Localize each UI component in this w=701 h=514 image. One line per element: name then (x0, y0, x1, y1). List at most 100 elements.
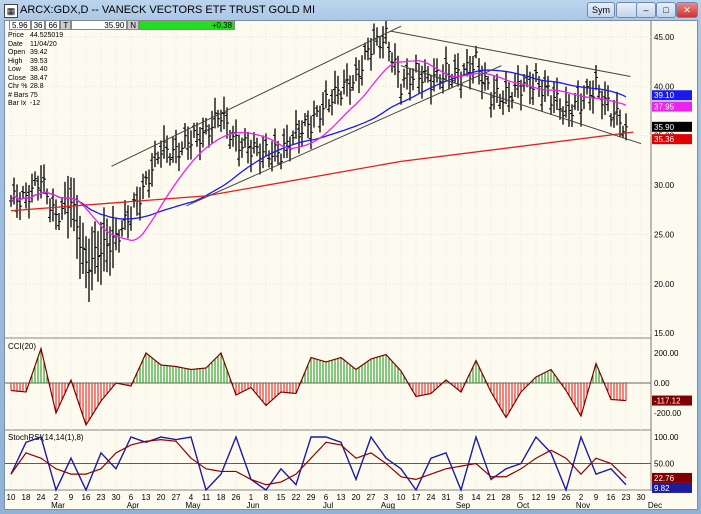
price-change: +0.38 (139, 20, 236, 30)
ma200-value: 35.36 (654, 135, 675, 144)
x-tick-label: 31 (442, 493, 451, 502)
x-tick-label: 24 (37, 493, 46, 502)
quote-flag: N (127, 20, 140, 30)
cci-tick-label: 200.00 (654, 349, 679, 358)
info-value: 11/04/20 (30, 40, 57, 48)
x-tick-label: 10 (7, 493, 16, 502)
x-tick-label: 28 (502, 493, 511, 502)
x-tick-label: 26 (232, 493, 241, 502)
x-tick-label: 21 (487, 493, 496, 502)
month-label: Oct (517, 501, 530, 509)
quote-field[interactable]: 5.96 (9, 20, 31, 30)
cci-title: CCI(20) (8, 342, 36, 351)
month-label: Sep (456, 501, 471, 509)
stoch-tick-label: 100.00 (654, 433, 679, 442)
info-label: Price (8, 32, 24, 39)
x-tick-label: 16 (607, 493, 616, 502)
x-tick-label: 30 (112, 493, 121, 502)
toolbar-button[interactable] (616, 2, 638, 18)
info-label: Close (8, 74, 26, 82)
x-tick-label: 29 (307, 493, 316, 502)
x-tick-label: 11 (202, 493, 211, 502)
stoch-k-value: 9.82 (654, 484, 670, 493)
app-icon: ▦ (4, 4, 18, 18)
minimize-button[interactable]: – (636, 2, 656, 18)
maximize-button[interactable]: □ (656, 2, 676, 18)
last-price: 35.90 (71, 20, 128, 30)
x-tick-label: 10 (397, 493, 406, 502)
month-label: Jun (247, 501, 260, 509)
close-button[interactable]: ✕ (676, 2, 698, 18)
x-tick-label: 20 (157, 493, 166, 502)
info-value: 28.8 (30, 83, 44, 90)
stoch-tick-label: 50.00 (654, 460, 675, 469)
x-tick-label: 13 (337, 493, 346, 502)
sym-button[interactable]: Sym (587, 2, 615, 18)
info-value: -12 (30, 100, 41, 107)
x-tick-label: 30 (637, 493, 646, 502)
month-label: Apr (127, 501, 140, 509)
window-title: ARCX:GDX,D -- VANECK VECTORS ETF TRUST G… (20, 4, 316, 16)
x-tick-label: 20 (352, 493, 361, 502)
chart-canvas[interactable]: 10 18 24 2 9 16 23 30 6 13 20 27 4 11 18 26 1 8 15 22 29 6 13 2… (5, 21, 697, 509)
info-value: 44.525019 (30, 32, 64, 39)
x-tick-label: 18 (217, 493, 226, 502)
x-tick-label: 16 (82, 493, 91, 502)
last-price-value: 35.90 (654, 123, 675, 132)
info-value: 38.47 (30, 74, 48, 82)
x-tick-label: 19 (547, 493, 556, 502)
info-label: Open (8, 49, 26, 56)
x-tick-label: 23 (97, 493, 106, 502)
info-value: 39.53 (30, 57, 48, 65)
info-label: Chr % (8, 83, 28, 90)
chart-area[interactable]: 10 18 24 2 9 16 23 30 6 13 20 27 4 11 18 26 1 8 15 22 29 6 13 2… (4, 20, 698, 510)
x-tick-label: 26 (562, 493, 571, 502)
info-label: # Bars (8, 91, 29, 99)
x-tick-label: 27 (172, 493, 181, 502)
x-tick-label: 22 (292, 493, 301, 502)
x-tick-label: 17 (412, 493, 421, 502)
price-tick-label: 25.00 (654, 230, 675, 239)
quote-field[interactable]: T (60, 20, 72, 30)
data-window: Price 44.525019 Date 11/04/20 Open 39.42 Hi… (8, 32, 63, 109)
quote-bar: 5.96 36 66 T 35.90 N +0.38 (9, 20, 236, 30)
quote-field[interactable]: 36 (30, 20, 46, 30)
stochrsi-title: StochRSI(14,14(1),8) (8, 433, 84, 442)
ma20-value: 37.95 (654, 103, 675, 112)
cci-tick-label: -200.00 (654, 409, 682, 418)
x-tick-label: 9 (69, 493, 74, 502)
info-value: 39.42 (30, 49, 48, 56)
x-tick-label: 9 (594, 493, 599, 502)
ma50-value: 39.10 (654, 91, 675, 100)
x-tick-label: 24 (427, 493, 436, 502)
month-label: Dec (648, 501, 662, 509)
cci-value: -117.12 (654, 397, 681, 406)
x-tick-label: 14 (472, 493, 481, 502)
month-label: May (185, 501, 200, 509)
info-label: Date (8, 40, 23, 48)
month-label: Jul (323, 501, 333, 509)
quote-field[interactable]: 66 (45, 20, 61, 30)
info-label: High (8, 57, 23, 65)
cci-tick-label: 0.00 (654, 379, 670, 388)
month-label: Mar (51, 501, 65, 509)
x-tick-label: 8 (264, 493, 269, 502)
stoch-d-value: 22.76 (654, 474, 675, 483)
month-label: Aug (381, 501, 395, 509)
x-tick-label: 27 (367, 493, 376, 502)
price-tick-label: 45.00 (654, 33, 675, 42)
info-value: 75 (30, 91, 38, 99)
x-tick-label: 12 (532, 493, 541, 502)
chart-window: ▦ ARCX:GDX,D -- VANECK VECTORS ETF TRUST… (0, 0, 701, 514)
info-value: 38.40 (30, 66, 48, 73)
x-tick-label: 13 (142, 493, 151, 502)
month-label: Nov (576, 501, 590, 509)
info-label: Bar Ix (8, 100, 27, 107)
price-tick-label: 20.00 (654, 280, 675, 289)
x-tick-label: 23 (622, 493, 631, 502)
price-tick-label: 15.00 (654, 329, 675, 338)
x-tick-label: 15 (277, 493, 286, 502)
x-tick-label: 18 (22, 493, 31, 502)
info-label: Low (8, 66, 21, 73)
price-tick-label: 40.00 (654, 82, 675, 91)
